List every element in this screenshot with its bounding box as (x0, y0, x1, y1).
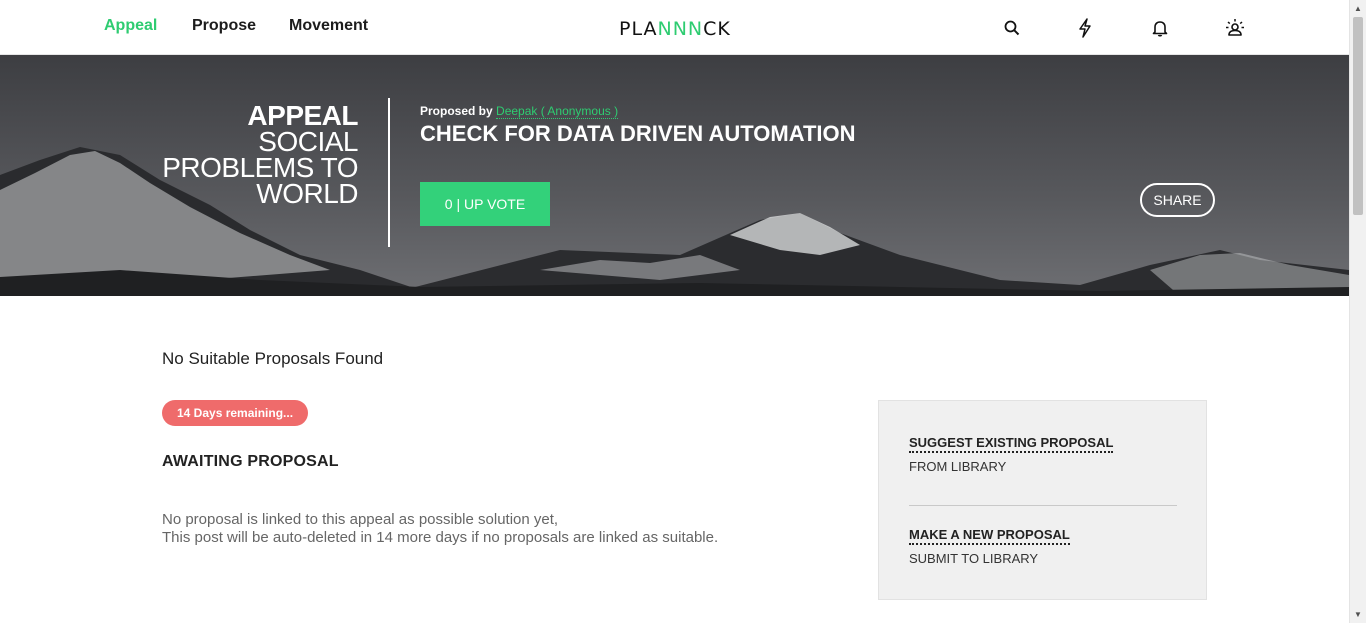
nav-movement[interactable]: Movement (289, 17, 368, 35)
status-heading: AWAITING PROPOSAL (162, 453, 339, 470)
top-nav: Appeal Propose Movement PLANNNCK (0, 0, 1349, 55)
hero-title: APPEAL SOCIAL PROBLEMS TO WORLD (128, 102, 358, 209)
suggest-existing-proposal-link[interactable]: SUGGEST EXISTING PROPOSAL (909, 435, 1114, 453)
vertical-scrollbar[interactable]: ▲ ▼ (1349, 0, 1366, 623)
author-link[interactable]: Deepak ( Anonymous ) (496, 104, 619, 119)
nav-appeal[interactable]: Appeal (104, 17, 157, 35)
panel-divider (909, 505, 1177, 506)
hero-title-line-4: WORLD (256, 178, 358, 209)
share-button[interactable]: SHARE (1140, 183, 1215, 217)
logo-part-2: NNN (657, 18, 704, 40)
description-line-1: No proposal is linked to this appeal as … (162, 511, 559, 528)
from-library-label: FROM LIBRARY (909, 459, 1007, 474)
submit-to-library-label: SUBMIT TO LIBRARY (909, 551, 1039, 566)
proposed-by: Proposed by Deepak ( Anonymous ) (420, 104, 619, 119)
logo-part-1: PLA (619, 18, 658, 40)
days-remaining-badge: 14 Days remaining... (162, 400, 309, 426)
proposal-actions-panel: SUGGEST EXISTING PROPOSAL FROM LIBRARY M… (878, 400, 1207, 600)
status-description: No proposal is linked to this appeal as … (162, 511, 718, 547)
lightning-icon[interactable] (1074, 17, 1096, 39)
logo-part-3: CK (703, 18, 731, 40)
logo[interactable]: PLANNNCK (619, 18, 731, 40)
upvote-button[interactable]: 0 | UP VOTE (420, 182, 550, 226)
scrollbar-thumb[interactable] (1353, 17, 1363, 215)
no-proposals-message: No Suitable Proposals Found (162, 349, 384, 368)
proposed-by-label: Proposed by (420, 104, 493, 118)
search-icon[interactable] (1001, 17, 1023, 39)
hero-divider (388, 98, 390, 247)
profile-icon[interactable] (1224, 17, 1246, 39)
appeal-heading: CHECK FOR DATA DRIVEN AUTOMATION (420, 121, 856, 146)
bell-icon[interactable] (1149, 17, 1171, 39)
nav-propose[interactable]: Propose (192, 17, 256, 35)
scroll-up-arrow-icon[interactable]: ▲ (1350, 0, 1366, 17)
hero-banner: APPEAL SOCIAL PROBLEMS TO WORLD Proposed… (0, 55, 1349, 296)
description-line-2: This post will be auto-deleted in 14 mor… (162, 529, 719, 546)
scroll-down-arrow-icon[interactable]: ▼ (1350, 606, 1366, 623)
page: Appeal Propose Movement PLANNNCK APPEAL … (0, 0, 1366, 623)
make-new-proposal-link[interactable]: MAKE A NEW PROPOSAL (909, 527, 1070, 545)
